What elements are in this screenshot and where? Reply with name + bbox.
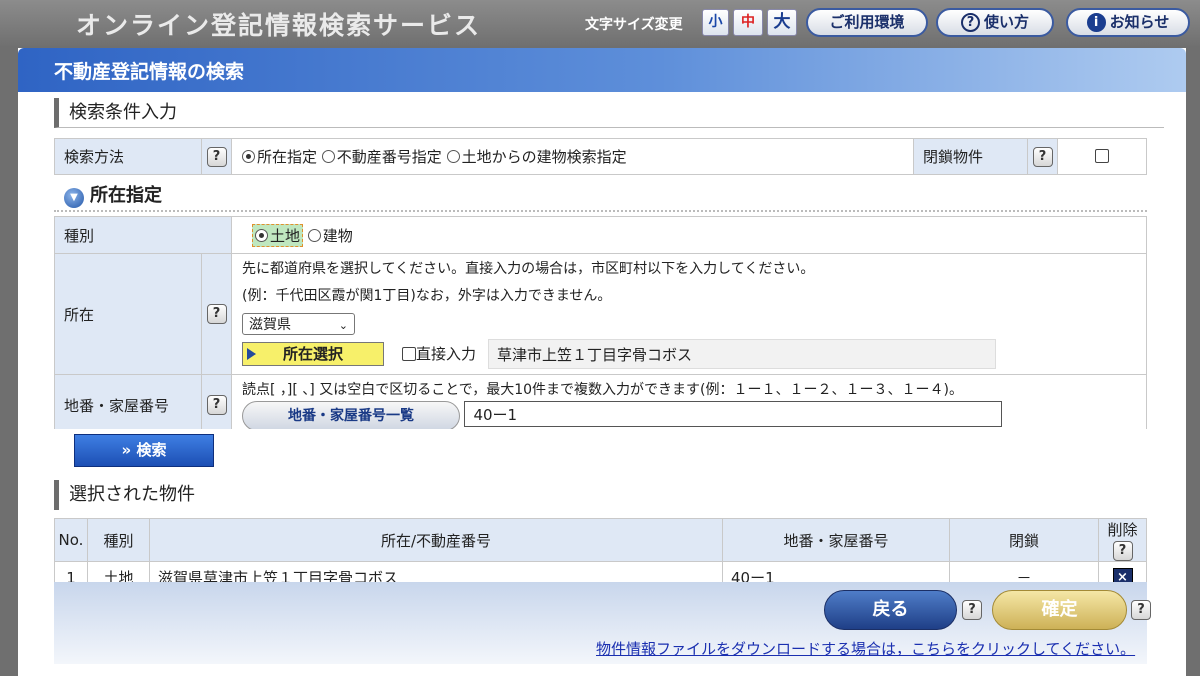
search-bar: » 検索 bbox=[54, 429, 1147, 469]
radio-location[interactable]: 所在指定 bbox=[242, 148, 317, 166]
selected-properties-heading: 選択された物件 bbox=[54, 480, 1164, 510]
font-large-button[interactable]: 大 bbox=[767, 9, 797, 36]
main-panel: 不動産登記情報の検索 検索条件入力 検索方法 ? 所在指定 不動産番号指定 土地… bbox=[18, 48, 1186, 676]
lot-number-label: 地番・家屋番号 bbox=[54, 374, 202, 436]
news-label: お知らせ bbox=[1109, 13, 1170, 31]
location-instruction-2: (例：千代田区霞が関1丁目)なお，外字は入力できません。 bbox=[242, 288, 612, 304]
type-label: 種別 bbox=[54, 216, 232, 254]
delete-column-header: 削除? bbox=[1098, 518, 1147, 562]
lot-number-list-button[interactable]: 地番・家屋番号一覧 bbox=[242, 401, 460, 431]
help-icon: ? bbox=[206, 395, 227, 415]
radio-icon bbox=[307, 228, 321, 242]
type-options: 土地 建物 bbox=[231, 216, 1147, 254]
radio-icon bbox=[321, 150, 335, 163]
download-link[interactable]: 物件情報ファイルをダウンロードする場合は，こちらをクリックしてください。 bbox=[596, 638, 1135, 659]
chevron-down-icon: ▼ bbox=[64, 188, 84, 208]
search-method-table: 検索方法 ? 所在指定 不動産番号指定 土地からの建物検索指定 閉鎖物件 ? bbox=[54, 138, 1147, 175]
top-header: オンライン登記情報検索サービス 文字サイズ変更 小 中 大 ご利用環境 ? 使い方… bbox=[0, 0, 1200, 46]
back-help-icon[interactable]: ? bbox=[962, 600, 982, 620]
help-button[interactable]: ? 使い方 bbox=[936, 8, 1054, 37]
radio-building-from-land[interactable]: 土地からの建物検索指定 bbox=[446, 148, 627, 166]
location-help[interactable]: ? bbox=[201, 253, 232, 375]
radio-selected-icon bbox=[242, 150, 255, 163]
help-icon: ? bbox=[206, 304, 227, 324]
help-icon[interactable]: ? bbox=[1112, 541, 1133, 561]
radio-land[interactable]: 土地 bbox=[252, 223, 304, 247]
font-medium-button[interactable]: 中 bbox=[733, 9, 763, 36]
column-header: 所在/不動産番号 bbox=[149, 518, 723, 562]
search-conditions-heading: 検索条件入力 bbox=[54, 98, 1164, 128]
radio-property-number[interactable]: 不動産番号指定 bbox=[321, 148, 442, 166]
radio-icon bbox=[446, 150, 460, 163]
location-table: 種別 土地 建物 所在 ? 先に都道府県を選択してください。直接入力の場合は，市… bbox=[54, 216, 1147, 436]
table-header-row: No. 種別 所在/不動産番号 地番・家屋番号 閉鎖 削除? bbox=[54, 518, 1147, 562]
app-title: オンライン登記情報検索サービス bbox=[76, 11, 482, 40]
closed-checkbox-cell bbox=[1057, 138, 1147, 175]
confirm-help-icon[interactable]: ? bbox=[1131, 600, 1151, 620]
closed-checkbox[interactable] bbox=[1095, 148, 1109, 163]
lot-number-help[interactable]: ? bbox=[201, 374, 232, 436]
news-button[interactable]: i お知らせ bbox=[1066, 8, 1190, 37]
column-header: 閉鎖 bbox=[949, 518, 1099, 562]
prefecture-select[interactable]: 滋賀県 ⌄ bbox=[242, 313, 355, 335]
font-size-label: 文字サイズ変更 bbox=[585, 17, 683, 33]
divider bbox=[54, 210, 1147, 212]
column-header: 地番・家屋番号 bbox=[722, 518, 950, 562]
chevron-down-icon: ⌄ bbox=[338, 319, 348, 332]
direct-input-checkbox[interactable] bbox=[402, 346, 416, 361]
direct-input-toggle[interactable]: 直接入力 bbox=[402, 344, 476, 365]
address-field[interactable]: 草津市上笠１丁目字骨コボス bbox=[488, 339, 997, 369]
confirm-button[interactable]: 確定 bbox=[992, 590, 1127, 630]
closed-help[interactable]: ? bbox=[1027, 138, 1058, 175]
location-select-button[interactable]: 所在選択 bbox=[242, 342, 384, 366]
search-method-help[interactable]: ? bbox=[201, 138, 232, 175]
radio-selected-icon bbox=[255, 228, 268, 242]
location-label: 所在 bbox=[54, 253, 202, 375]
location-heading: ▼ 所在指定 bbox=[64, 181, 162, 208]
triangle-right-icon bbox=[247, 348, 256, 360]
info-icon: i bbox=[1086, 13, 1106, 32]
closed-property-label: 閉鎖物件 bbox=[913, 138, 1028, 175]
column-header: 種別 bbox=[87, 518, 150, 562]
search-method-label: 検索方法 bbox=[54, 138, 202, 175]
help-label: 使い方 bbox=[983, 13, 1029, 31]
search-button[interactable]: » 検索 bbox=[74, 434, 214, 467]
environment-button[interactable]: ご利用環境 bbox=[806, 8, 928, 37]
footer-actions: 戻る ? 確定 ? 物件情報ファイルをダウンロードする場合は，こちらをクリックし… bbox=[54, 582, 1151, 664]
back-button[interactable]: 戻る bbox=[824, 590, 957, 630]
location-instruction-1: 先に都道府県を選択してください。直接入力の場合は，市区町村以下を入力してください… bbox=[242, 261, 815, 277]
help-icon: ? bbox=[206, 146, 227, 167]
radio-building[interactable]: 建物 bbox=[307, 227, 353, 245]
help-icon: ? bbox=[1032, 146, 1053, 167]
search-method-options: 所在指定 不動産番号指定 土地からの建物検索指定 bbox=[231, 138, 914, 175]
lot-number-instruction: 読点[ ，][ 、] 又は空白で区切ることで，最大10件まで複数入力ができます(… bbox=[242, 382, 963, 398]
location-inputs: 先に都道府県を選択してください。直接入力の場合は，市区町村以下を入力してください… bbox=[231, 253, 1147, 375]
font-small-button[interactable]: 小 bbox=[702, 9, 729, 36]
lot-number-input[interactable]: 40ー1 bbox=[464, 401, 1003, 427]
page-title: 不動産登記情報の検索 bbox=[18, 48, 1186, 92]
lot-number-inputs: 読点[ ，][ 、] 又は空白で区切ることで，最大10件まで複数入力ができます(… bbox=[231, 374, 1147, 436]
column-header: No. bbox=[54, 518, 88, 562]
question-icon: ? bbox=[960, 13, 980, 32]
